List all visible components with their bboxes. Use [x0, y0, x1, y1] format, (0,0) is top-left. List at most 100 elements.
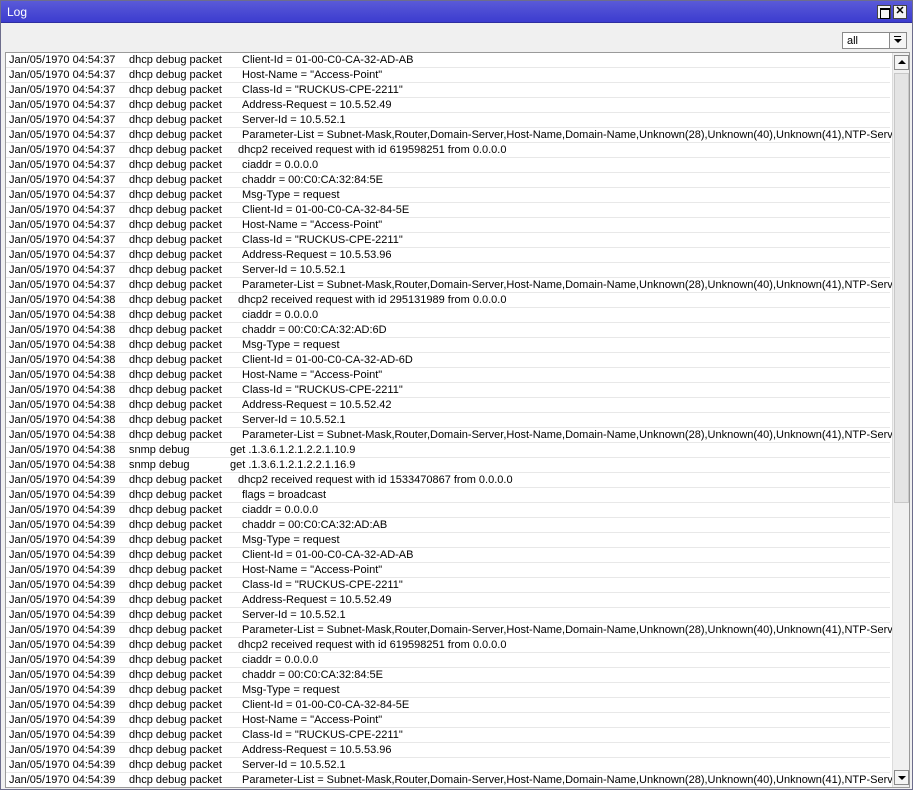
log-row[interactable]: Jan/05/1970 04:54:39 dhcp debug packet cia… — [6, 653, 890, 668]
log-time: Jan/05/1970 04:54:38 — [9, 294, 116, 306]
log-topics: dhcp debug packet — [129, 669, 222, 681]
log-topics: dhcp debug packet — [129, 69, 222, 81]
log-row[interactable]: Jan/05/1970 04:54:39 dhcp debug packet Add… — [6, 743, 890, 758]
log-message: Host-Name = "Access-Point" — [242, 564, 383, 576]
log-row[interactable]: Jan/05/1970 04:54:39 dhcp debug packet Par… — [6, 773, 903, 787]
log-topics: dhcp debug packet — [129, 714, 222, 726]
log-message: Class-Id = "RUCKUS-CPE-2211" — [242, 579, 403, 591]
log-row[interactable]: Jan/05/1970 04:54:37 dhcp debug packet cha… — [6, 173, 890, 188]
log-row[interactable]: Jan/05/1970 04:54:39 dhcp debug packet Ser… — [6, 758, 890, 773]
log-row[interactable]: Jan/05/1970 04:54:39 dhcp debug packet cha… — [6, 518, 890, 533]
log-row[interactable]: Jan/05/1970 04:54:39 dhcp debug packet Cla… — [6, 728, 890, 743]
log-time: Jan/05/1970 04:54:37 — [9, 204, 116, 216]
filter-select[interactable]: all — [842, 32, 907, 49]
log-row[interactable]: Jan/05/1970 04:54:39 dhcp debug packet Cla… — [6, 578, 890, 593]
log-time: Jan/05/1970 04:54:37 — [9, 54, 116, 66]
log-row[interactable]: Jan/05/1970 04:54:37 dhcp debug packet Par… — [6, 278, 903, 293]
log-row[interactable]: Jan/05/1970 04:54:37 dhcp debug packet Hos… — [6, 68, 890, 83]
log-row[interactable]: Jan/05/1970 04:54:38 snmp debug get .1.3.6… — [6, 458, 890, 473]
log-time: Jan/05/1970 04:54:38 — [9, 459, 116, 471]
log-row[interactable]: Jan/05/1970 04:54:38 dhcp debug packet Ser… — [6, 413, 890, 428]
log-message: Host-Name = "Access-Point" — [242, 369, 383, 381]
log-row[interactable]: Jan/05/1970 04:54:39 dhcp debug packet Ser… — [6, 608, 890, 623]
log-topics: dhcp debug packet — [129, 534, 222, 546]
log-time: Jan/05/1970 04:54:37 — [9, 84, 116, 96]
log-topics: dhcp debug packet — [129, 594, 222, 606]
log-row[interactable]: Jan/05/1970 04:54:37 dhcp debug packet dhc… — [6, 143, 890, 158]
log-row[interactable]: Jan/05/1970 04:54:38 dhcp debug packet cha… — [6, 323, 890, 338]
log-row[interactable]: Jan/05/1970 04:54:39 dhcp debug packet Par… — [6, 623, 903, 638]
log-row[interactable]: Jan/05/1970 04:54:38 dhcp debug packet dhc… — [6, 293, 890, 308]
scrollbar-thumb[interactable] — [894, 73, 909, 503]
log-row[interactable]: Jan/05/1970 04:54:37 dhcp debug packet Ser… — [6, 113, 890, 128]
log-topics: dhcp debug packet — [129, 429, 222, 441]
log-message: ciaddr = 0.0.0.0 — [242, 504, 319, 516]
close-icon[interactable]: ✕ — [893, 5, 907, 19]
log-row[interactable]: Jan/05/1970 04:54:39 dhcp debug packet Hos… — [6, 563, 890, 578]
log-rows: Jan/05/1970 04:54:37 dhcp debug packet Cli… — [6, 53, 903, 787]
log-topics: dhcp debug packet — [129, 474, 222, 486]
log-message: dhcp2 received request with id 153347086… — [238, 474, 513, 486]
log-message: Address-Request = 10.5.52.49 — [242, 594, 392, 606]
log-row[interactable]: Jan/05/1970 04:54:37 dhcp debug packet Par… — [6, 128, 903, 143]
maximize-icon[interactable] — [877, 5, 891, 19]
log-message: get .1.3.6.1.2.1.2.2.1.16.9 — [230, 459, 356, 471]
log-row[interactable]: Jan/05/1970 04:54:39 dhcp debug packet dhc… — [6, 473, 890, 488]
log-row[interactable]: Jan/05/1970 04:54:39 dhcp debug packet fla… — [6, 488, 890, 503]
log-row[interactable]: Jan/05/1970 04:54:37 dhcp debug packet Cla… — [6, 233, 890, 248]
log-message: Parameter-List = Subnet-Mask,Router,Doma… — [242, 774, 903, 786]
log-row[interactable]: Jan/05/1970 04:54:39 dhcp debug packet cia… — [6, 503, 890, 518]
log-topics: dhcp debug packet — [129, 54, 222, 66]
log-row[interactable]: Jan/05/1970 04:54:39 dhcp debug packet Msg… — [6, 683, 890, 698]
log-topics: dhcp debug packet — [129, 684, 222, 696]
log-topics: dhcp debug packet — [129, 699, 222, 711]
log-topics: dhcp debug packet — [129, 324, 222, 336]
log-row[interactable]: Jan/05/1970 04:54:39 dhcp debug packet Msg… — [6, 533, 890, 548]
scroll-up-icon[interactable] — [894, 55, 909, 70]
log-row[interactable]: Jan/05/1970 04:54:39 dhcp debug packet Cli… — [6, 698, 890, 713]
log-row[interactable]: Jan/05/1970 04:54:37 dhcp debug packet cia… — [6, 158, 890, 173]
log-row[interactable]: Jan/05/1970 04:54:38 dhcp debug packet cia… — [6, 308, 890, 323]
log-row[interactable]: Jan/05/1970 04:54:38 dhcp debug packet Par… — [6, 428, 903, 443]
log-time: Jan/05/1970 04:54:38 — [9, 339, 116, 351]
log-topics: dhcp debug packet — [129, 189, 222, 201]
log-row[interactable]: Jan/05/1970 04:54:37 dhcp debug packet Msg… — [6, 188, 890, 203]
log-row[interactable]: Jan/05/1970 04:54:38 dhcp debug packet Hos… — [6, 368, 890, 383]
log-row[interactable]: Jan/05/1970 04:54:37 dhcp debug packet Cla… — [6, 83, 890, 98]
log-topics: dhcp debug packet — [129, 279, 222, 291]
log-time: Jan/05/1970 04:54:39 — [9, 744, 116, 756]
vertical-scrollbar[interactable] — [892, 53, 909, 787]
log-time: Jan/05/1970 04:54:39 — [9, 489, 116, 501]
log-row[interactable]: Jan/05/1970 04:54:38 snmp debug get .1.3.6… — [6, 443, 890, 458]
log-topics: dhcp debug packet — [129, 219, 222, 231]
log-time: Jan/05/1970 04:54:39 — [9, 669, 116, 681]
log-row[interactable]: Jan/05/1970 04:54:37 dhcp debug packet Ser… — [6, 263, 890, 278]
log-row[interactable]: Jan/05/1970 04:54:39 dhcp debug packet cha… — [6, 668, 890, 683]
log-message: Client-Id = 01-00-C0-CA-32-84-5E — [242, 204, 410, 216]
log-row[interactable]: Jan/05/1970 04:54:39 dhcp debug packet dhc… — [6, 638, 890, 653]
log-message: Class-Id = "RUCKUS-CPE-2211" — [242, 234, 403, 246]
log-row[interactable]: Jan/05/1970 04:54:37 dhcp debug packet Cli… — [6, 203, 890, 218]
log-time: Jan/05/1970 04:54:39 — [9, 654, 116, 666]
log-row[interactable]: Jan/05/1970 04:54:39 dhcp debug packet Add… — [6, 593, 890, 608]
log-row[interactable]: Jan/05/1970 04:54:39 dhcp debug packet Hos… — [6, 713, 890, 728]
log-topics: dhcp debug packet — [129, 489, 222, 501]
title-bar[interactable]: Log ✕ — [1, 1, 912, 23]
log-time: Jan/05/1970 04:54:39 — [9, 474, 116, 486]
log-time: Jan/05/1970 04:54:39 — [9, 774, 116, 786]
log-topics: dhcp debug packet — [129, 249, 222, 261]
log-time: Jan/05/1970 04:54:39 — [9, 609, 116, 621]
log-message: dhcp2 received request with id 619598251… — [238, 639, 507, 651]
log-row[interactable]: Jan/05/1970 04:54:38 dhcp debug packet Add… — [6, 398, 890, 413]
log-row[interactable]: Jan/05/1970 04:54:38 dhcp debug packet Cli… — [6, 353, 890, 368]
log-row[interactable]: Jan/05/1970 04:54:37 dhcp debug packet Add… — [6, 98, 890, 113]
log-row[interactable]: Jan/05/1970 04:54:38 dhcp debug packet Msg… — [6, 338, 890, 353]
log-message: Server-Id = 10.5.52.1 — [242, 609, 346, 621]
log-row[interactable]: Jan/05/1970 04:54:37 dhcp debug packet Cli… — [6, 53, 890, 68]
log-row[interactable]: Jan/05/1970 04:54:37 dhcp debug packet Add… — [6, 248, 890, 263]
dropdown-arrow-icon[interactable] — [889, 33, 906, 48]
log-row[interactable]: Jan/05/1970 04:54:38 dhcp debug packet Cla… — [6, 383, 890, 398]
scroll-down-icon[interactable] — [894, 770, 909, 785]
log-row[interactable]: Jan/05/1970 04:54:37 dhcp debug packet Hos… — [6, 218, 890, 233]
log-row[interactable]: Jan/05/1970 04:54:39 dhcp debug packet Cli… — [6, 548, 890, 563]
